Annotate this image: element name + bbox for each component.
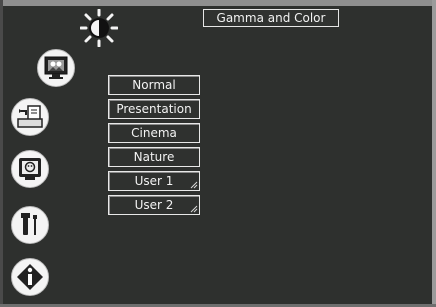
frame-right — [432, 0, 436, 307]
frame-left — [0, 0, 3, 307]
setup-icon[interactable] — [11, 98, 49, 136]
smart-icon[interactable] — [11, 150, 49, 188]
option-presentation[interactable]: Presentation — [108, 99, 200, 119]
option-normal[interactable]: Normal — [108, 75, 200, 95]
adjust-grip-icon — [190, 181, 198, 189]
picture-icon[interactable] — [37, 49, 75, 87]
info-icon[interactable] — [11, 258, 49, 296]
gamma-icon[interactable] — [80, 9, 118, 47]
frame-top — [0, 0, 436, 6]
option-user-2-label: User 2 — [134, 198, 174, 212]
osd-screen: Gamma and Color Normal Presentation Cine… — [0, 0, 436, 307]
advanced-icon[interactable] — [11, 206, 49, 244]
option-cinema[interactable]: Cinema — [108, 123, 200, 143]
option-user-1-label: User 1 — [134, 174, 174, 188]
option-nature[interactable]: Nature — [108, 147, 200, 167]
adjust-grip-icon — [190, 205, 198, 213]
menu-title: Gamma and Color — [203, 9, 339, 27]
option-user-2[interactable]: User 2 — [108, 195, 200, 215]
option-user-1[interactable]: User 1 — [108, 171, 200, 191]
